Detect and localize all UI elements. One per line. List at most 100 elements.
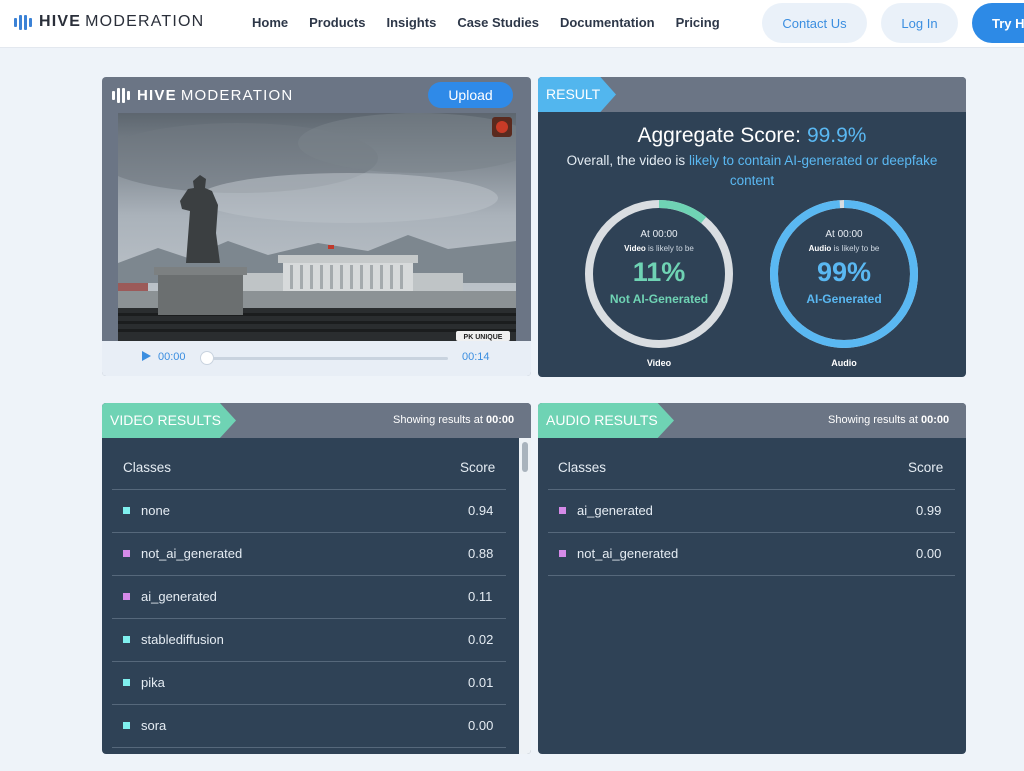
video-results-panel: VIDEO RESULTS Showing results at 00:00 C…	[102, 403, 531, 754]
video-gauge-verdict: Not AI-Generated	[609, 292, 709, 306]
video-col-classes: Classes	[123, 460, 172, 475]
audio-gauge-subject: Audio	[808, 244, 832, 253]
log-in-button[interactable]: Log In	[881, 3, 958, 43]
hive-logo-icon	[14, 14, 32, 30]
video-result-row: pika 0.01	[112, 661, 506, 704]
nav-link-home[interactable]: Home	[252, 15, 288, 30]
panel-hive-logo-icon	[112, 88, 130, 103]
aggregate-score-label: Aggregate Score:	[637, 124, 801, 147]
audio-col-classes: Classes	[558, 460, 607, 475]
panel-hive-logo: HIVE MODERATION	[112, 87, 293, 104]
video-results-header: VIDEO RESULTS Showing results at 00:00	[102, 403, 531, 438]
class-score: 0.99	[916, 503, 942, 518]
overall-verdict: Overall, the video is likely to contain …	[552, 151, 952, 191]
class-score: 0.94	[468, 503, 494, 518]
class-color-swatch	[123, 507, 130, 514]
video-table-divider	[112, 747, 506, 748]
nav-link-case-studies[interactable]: Case Studies	[457, 15, 539, 30]
audio-result-row: ai_generated 0.99	[548, 489, 955, 532]
nav-link-pricing[interactable]: Pricing	[676, 15, 720, 30]
panel-brand-bold: HIVE	[137, 87, 177, 104]
class-color-swatch	[559, 507, 566, 514]
result-tag-label: RESULT	[546, 86, 601, 102]
seek-handle[interactable]	[200, 351, 214, 365]
nav-links: Home Products Insights Case Studies Docu…	[252, 15, 741, 30]
panel-brand-light: MODERATION	[180, 87, 294, 104]
video-results-scroll-thumb[interactable]	[522, 442, 528, 472]
try-hive-button[interactable]: Try H	[972, 3, 1024, 43]
class-color-swatch	[559, 550, 566, 557]
audio-gauge-percent: 99%	[816, 257, 872, 287]
video-frame-image: PK UNIQUE	[118, 113, 516, 341]
class-score: 0.11	[468, 589, 493, 604]
video-result-row: stablediffusion 0.02	[112, 618, 506, 661]
play-icon[interactable]	[142, 351, 151, 361]
aggregate-score: Aggregate Score: 99.9%	[538, 124, 966, 148]
audio-gauge: At 00:00 Audio is likely to be 99% AI-Ge…	[768, 198, 920, 350]
class-score: 0.01	[468, 675, 494, 690]
class-name: sora	[141, 718, 167, 733]
result-panel: RESULT Aggregate Score: 99.9% Overall, th…	[538, 77, 966, 377]
class-color-swatch	[123, 679, 130, 686]
video-results-scrollbar[interactable]	[519, 438, 531, 754]
class-name: ai_generated	[141, 589, 217, 604]
current-time: 00:00	[158, 351, 186, 363]
audio-results-showing: Showing results at 00:00	[828, 414, 949, 426]
audio-table-divider	[548, 575, 955, 576]
brand-bold: HIVE	[39, 13, 82, 30]
audio-gauge-verdict: AI-Generated	[806, 292, 882, 306]
class-color-swatch	[123, 636, 130, 643]
class-name: not_ai_generated	[141, 546, 243, 561]
video-gauge: At 00:00 Video is likely to be 11% Not A…	[583, 198, 735, 350]
audio-showing-prefix: Showing results at	[828, 414, 918, 426]
audio-gauge-time: At 00:00	[825, 229, 863, 240]
class-name: none	[141, 503, 170, 518]
seek-bar[interactable]	[204, 357, 448, 360]
video-preview[interactable]: PK UNIQUE	[118, 113, 516, 341]
class-name: pika	[141, 675, 165, 690]
class-score: 0.02	[468, 632, 494, 647]
class-name: not_ai_generated	[577, 546, 679, 561]
result-header: RESULT	[538, 77, 966, 112]
audio-col-score: Score	[908, 460, 944, 475]
hive-logo[interactable]: HIVE MODERATION	[14, 13, 204, 31]
video-gauge-percent: 11%	[632, 257, 686, 287]
upload-panel: HIVE MODERATION Upload PK UNIQUE 00:00 0…	[102, 77, 531, 376]
video-result-row: sora 0.00	[112, 704, 506, 747]
audio-result-row: not_ai_generated 0.00	[548, 532, 955, 575]
video-result-row: not_ai_generated 0.88	[112, 532, 506, 575]
class-score: 0.88	[468, 546, 494, 561]
overall-verdict-prefix: Overall, the video is	[566, 153, 686, 168]
audio-gauge-subtitle-rest: is likely to be	[833, 244, 880, 253]
overall-verdict-highlight: likely to contain AI-generated or deepfa…	[688, 153, 938, 188]
upload-panel-header: HIVE MODERATION Upload	[102, 77, 531, 113]
video-results-showing: Showing results at 00:00	[393, 414, 514, 426]
video-showing-time: 00:00	[485, 414, 515, 426]
nav-link-products[interactable]: Products	[309, 15, 365, 30]
audio-gauge-caption: Audio	[831, 358, 857, 368]
video-gauge-caption: Video	[646, 358, 672, 368]
nav-link-insights[interactable]: Insights	[386, 15, 436, 30]
class-color-swatch	[123, 722, 130, 729]
upload-button[interactable]: Upload	[428, 82, 513, 108]
video-result-row: ai_generated 0.11	[112, 575, 506, 618]
audio-results-tag-label: AUDIO RESULTS	[546, 412, 658, 428]
video-gauge-subject: Video	[624, 244, 646, 253]
video-result-row: none 0.94	[112, 489, 506, 532]
contact-us-button[interactable]: Contact Us	[762, 3, 867, 43]
video-gauge-subtitle-rest: is likely to be	[648, 244, 694, 253]
class-color-swatch	[123, 593, 130, 600]
video-showing-prefix: Showing results at	[393, 414, 483, 426]
video-watermark: PK UNIQUE	[464, 334, 503, 341]
video-results-tag-label: VIDEO RESULTS	[110, 412, 221, 428]
class-color-swatch	[123, 550, 130, 557]
top-nav: HIVE MODERATION Home Products Insights Ca…	[0, 0, 1024, 48]
aggregate-score-value: 99.9%	[806, 124, 867, 147]
nav-link-documentation[interactable]: Documentation	[560, 15, 655, 30]
duration: 00:14	[462, 351, 490, 363]
class-score: 0.00	[468, 718, 494, 733]
audio-results-panel: AUDIO RESULTS Showing results at 00:00 C…	[538, 403, 966, 754]
video-col-score: Score	[460, 460, 496, 475]
audio-results-header: AUDIO RESULTS Showing results at 00:00	[538, 403, 966, 438]
video-player-controls: 00:00 00:14	[102, 341, 531, 376]
